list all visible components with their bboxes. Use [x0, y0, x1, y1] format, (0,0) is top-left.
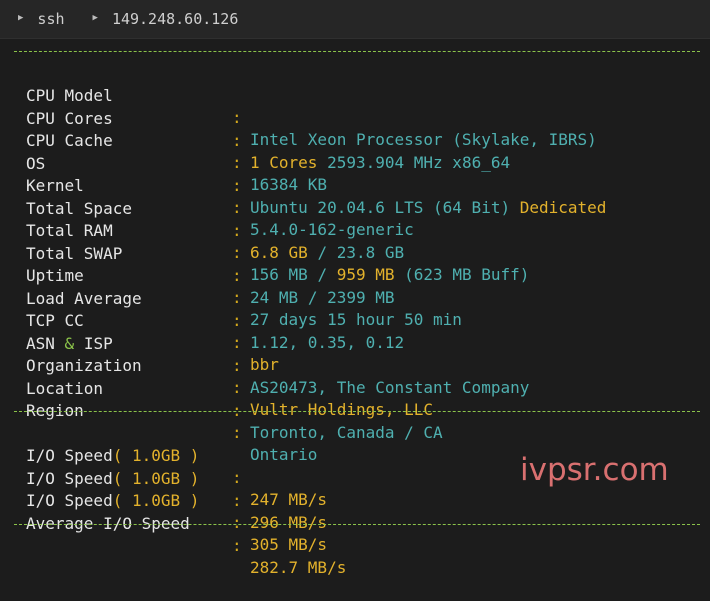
value: 305 MB/s — [250, 535, 328, 554]
colon: : — [232, 513, 242, 532]
row-region: Region : Ontario — [0, 378, 710, 464]
row-io-speed-1: I/O Speed( 1.0GB ) : 247 MB/s — [0, 423, 710, 509]
row-os: OS : Ubuntu 20.04.6 LTS (64 Bit) Dedicat… — [0, 131, 710, 217]
value: Vultr Holdings, LLC — [250, 400, 434, 419]
row-asn-isp: ASN & ISP : AS20473, The Constant Compan… — [0, 311, 710, 397]
row-total-swap: Total SWAP : 24 MB / 2399 MB — [0, 221, 710, 307]
row-average-io-speed: Average I/O Speed : 282.7 MB/s — [0, 491, 710, 577]
separator-line — [14, 51, 700, 53]
breadcrumb-item-ssh[interactable]: ssh — [37, 10, 64, 28]
row-kernel: Kernel : 5.4.0-162-generic — [0, 153, 710, 239]
separator-line — [14, 411, 700, 413]
value: 282.7 MB/s — [250, 558, 347, 577]
row-organization: Organization : Vultr Holdings, LLC — [0, 333, 710, 419]
breadcrumb-item-host[interactable]: 149.248.60.126 — [112, 10, 238, 28]
row-location: Location : Toronto, Canada / CA — [0, 356, 710, 442]
separator-line — [14, 524, 700, 526]
row-tcp-cc: TCP CC : bbr — [0, 288, 710, 374]
caret-right-icon: ▶ — [18, 13, 24, 23]
colon: : — [232, 536, 242, 555]
row-cpu-model: CPU Model : Intel Xeon Processor (Skylak… — [0, 63, 710, 149]
caret-right-icon: ▶ — [92, 13, 98, 23]
row-total-ram: Total RAM : 156 MB / 959 MB (623 MB Buff… — [0, 198, 710, 284]
value: 296 MB/s — [250, 513, 328, 532]
row-uptime: Uptime : 27 days 15 hour 50 min — [0, 243, 710, 329]
row-load-average: Load Average : 1.12, 0.35, 0.12 — [0, 266, 710, 352]
row-total-space: Total Space : 6.8 GB / 23.8 GB — [0, 176, 710, 262]
row-cpu-cache: CPU Cache : 16384 KB — [0, 108, 710, 194]
row-cpu-cores: CPU Cores : 1 Cores 2593.904 MHz x86_64 — [0, 86, 710, 172]
breadcrumb: ▶ ssh ▶ 149.248.60.126 — [0, 0, 710, 39]
watermark-logo: ivpsr.com — [520, 452, 669, 488]
